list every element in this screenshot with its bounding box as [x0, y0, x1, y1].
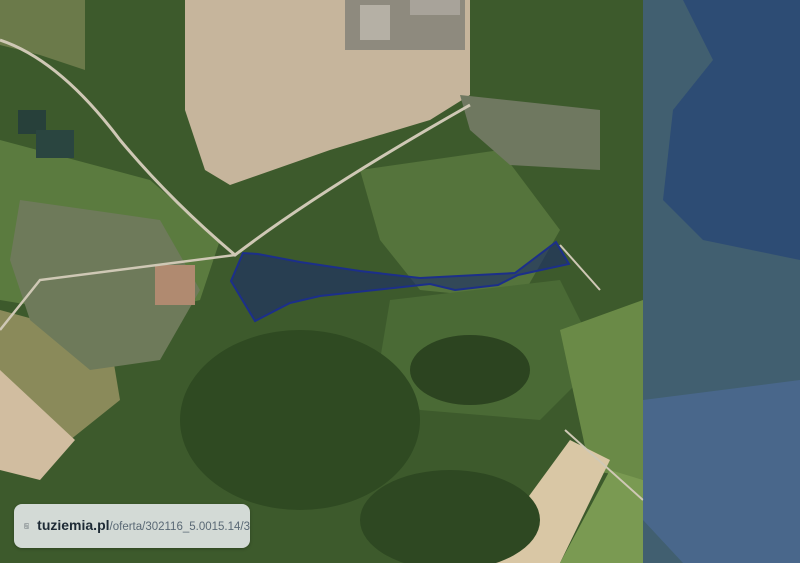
badge-path: /oferta/302116_5.0015.14/3	[109, 521, 250, 533]
source-badge[interactable]: tuziemia.pl/oferta/302116_5.0015.14/3	[14, 504, 250, 548]
parcel-polygon[interactable]	[0, 0, 800, 563]
satellite-map[interactable]: tuziemia.pl/oferta/302116_5.0015.14/3	[0, 0, 800, 563]
badge-text: tuziemia.pl/oferta/302116_5.0015.14/3	[37, 517, 250, 535]
topographic-contour-logo-icon	[24, 523, 30, 529]
badge-domain: tuziemia.pl	[37, 517, 110, 533]
